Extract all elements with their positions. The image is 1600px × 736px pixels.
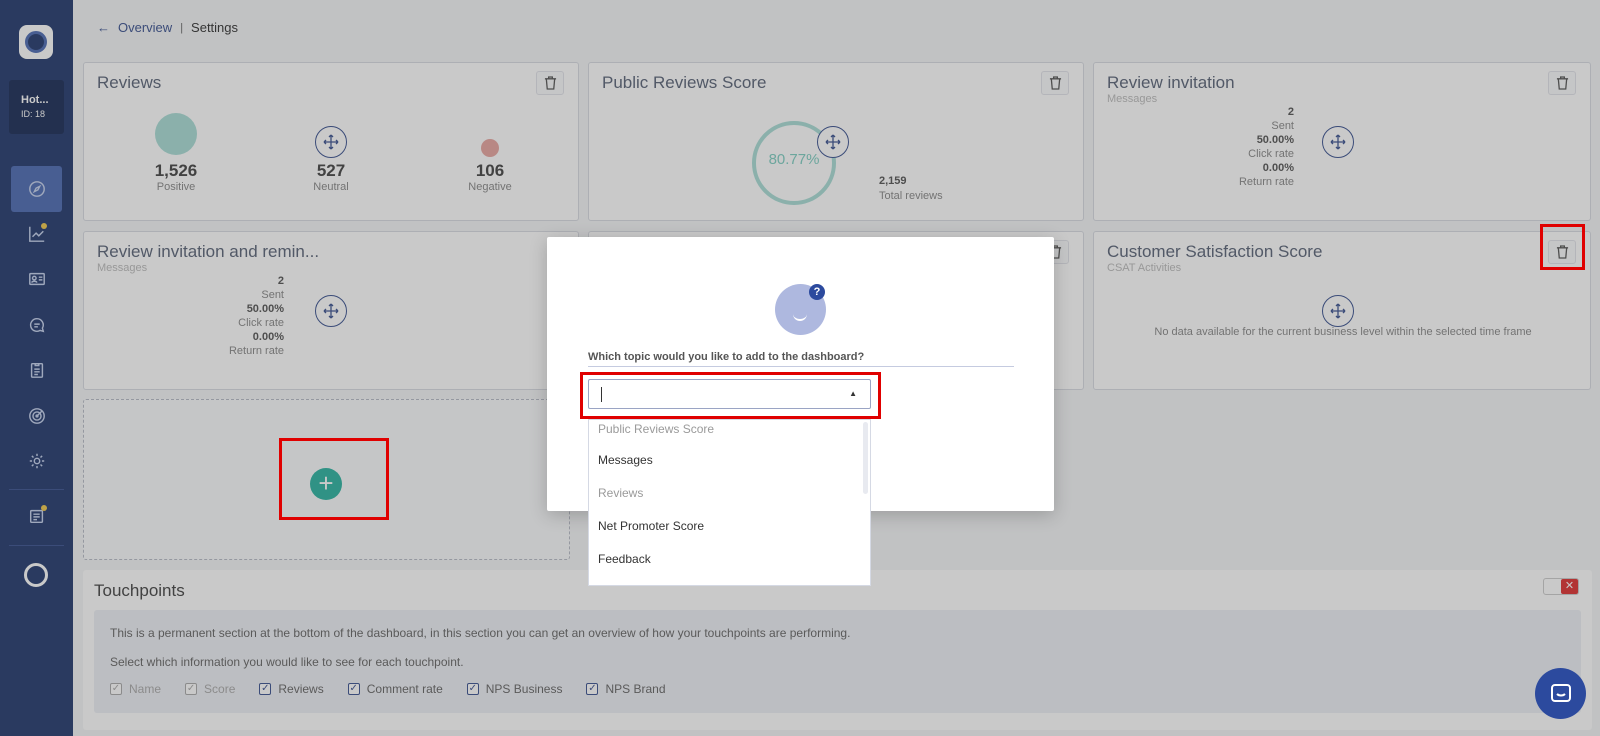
highlight-box-select <box>580 372 881 419</box>
question-badge-icon: ? <box>809 284 825 300</box>
chat-icon <box>1550 683 1571 702</box>
dropdown-option-feedback[interactable]: Feedback <box>589 543 870 576</box>
chat-support-button[interactable] <box>1535 668 1586 719</box>
dropdown-option-messages[interactable]: Messages <box>589 444 870 477</box>
dropdown-option-reviews: Reviews <box>598 486 644 500</box>
modal-question: Which topic would you like to add to the… <box>588 351 1014 367</box>
highlight-box-add-button <box>279 438 389 520</box>
highlight-box-delete <box>1540 224 1585 270</box>
dropdown-option-net-promoter-score[interactable]: Net Promoter Score <box>589 510 870 543</box>
dropdown-option-public-reviews-score: Public Reviews Score <box>598 422 715 436</box>
topic-dropdown-list: Public Reviews Score Messages Reviews Ne… <box>588 419 871 586</box>
dropdown-scrollbar[interactable] <box>863 422 868 494</box>
